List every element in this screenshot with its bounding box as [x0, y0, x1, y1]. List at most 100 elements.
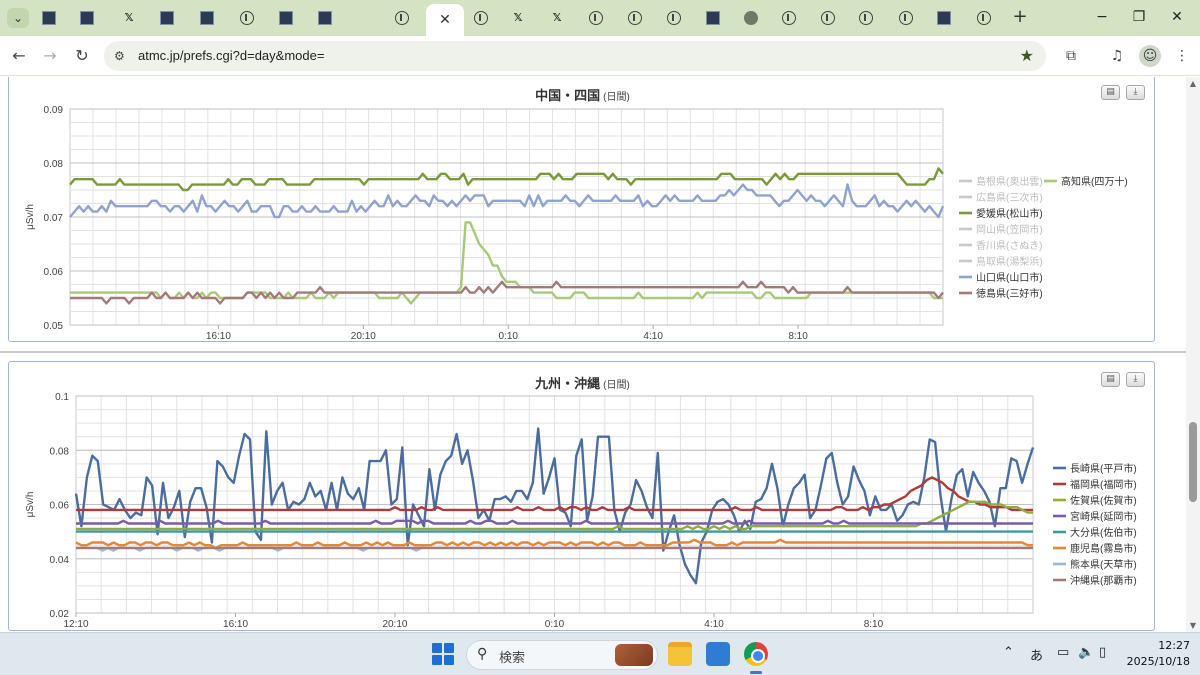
show-hidden-icons-chevron[interactable]: ⌃	[1003, 645, 1014, 660]
browser-tab[interactable]	[694, 5, 732, 31]
browser-tab[interactable]	[68, 5, 106, 31]
legend-label: 熊本県(天草市)	[1070, 558, 1137, 571]
browser-tab[interactable]	[383, 5, 421, 31]
minimize-button[interactable]: −	[1092, 7, 1112, 27]
clock-time[interactable]: 12:27	[1130, 639, 1190, 652]
legend-item[interactable]: 広島県(三次市)	[959, 191, 1043, 204]
browser-tab[interactable]	[30, 5, 68, 31]
close-icon[interactable]: ✕	[439, 12, 451, 28]
menu-icon[interactable]: ⋮	[1171, 45, 1193, 67]
tab-search-button[interactable]: ⌄	[7, 8, 29, 28]
browser-toolbar: ← → ↻ ⚙ atmc.jp/prefs.cgi?d=day&mode= ★ …	[0, 36, 1200, 76]
browser-tab[interactable]: 𝕏	[499, 5, 537, 31]
dark-square-favicon	[937, 11, 951, 25]
x-tick-label: 16:10	[206, 331, 231, 342]
chart-kyushu-okinawa: 0.10.080.060.040.0212:10 16:10 20:10 0:10 4:…	[25, 392, 1137, 630]
browser-tab[interactable]	[267, 5, 305, 31]
reload-icon: ↻	[75, 46, 89, 65]
active-app-indicator	[750, 671, 762, 674]
chrome-icon[interactable]	[744, 642, 768, 666]
browser-tab[interactable]	[306, 5, 344, 31]
browser-tab[interactable]	[770, 5, 808, 31]
legend-item[interactable]: 岡山県(笠岡市)	[959, 223, 1043, 236]
media-control-icon[interactable]: ♫	[1106, 45, 1128, 67]
browser-tab[interactable]	[228, 5, 266, 31]
y-tick-label: 0.06	[50, 501, 70, 512]
start-button[interactable]	[432, 643, 454, 665]
browser-tab[interactable]: 𝕏	[110, 5, 148, 31]
legend-item[interactable]: 山口県(山口市)	[959, 271, 1043, 284]
x-tick-label: 16:10	[223, 619, 248, 630]
volume-icon[interactable]: 🔈	[1078, 645, 1094, 660]
site-info-icon[interactable]: ⚙	[114, 48, 130, 64]
legend-label: 徳島県(三好市)	[976, 287, 1043, 300]
battery-icon[interactable]: ▯	[1099, 645, 1106, 660]
address-bar[interactable]: ⚙ atmc.jp/prefs.cgi?d=day&mode= ★	[104, 41, 1046, 71]
browser-tab[interactable]	[462, 5, 500, 31]
legend-item[interactable]: 福岡県(福岡市)	[1053, 478, 1137, 491]
legend-item[interactable]: 高知県(四万十)	[1044, 175, 1128, 188]
legend-item[interactable]: 島根県(奥出雲)	[959, 175, 1043, 188]
ime-indicator[interactable]: あ	[1030, 645, 1043, 664]
dark-square-favicon	[318, 11, 332, 25]
browser-tab[interactable]: 𝕏	[538, 5, 576, 31]
y-tick-label: 0.09	[44, 105, 64, 116]
taskbar-search[interactable]: ⚲ 検索	[466, 640, 658, 670]
browser-tab[interactable]	[847, 5, 885, 31]
browser-tab[interactable]	[616, 5, 654, 31]
scrollbar-thumb[interactable]	[1189, 422, 1197, 502]
legend-item[interactable]: 香川県(さぬき)	[959, 240, 1042, 252]
browser-tab[interactable]	[809, 5, 847, 31]
legend-label: 香川県(さぬき)	[976, 240, 1042, 252]
profile-avatar[interactable]: ☺	[1139, 45, 1161, 67]
close-window-button[interactable]: ✕	[1167, 7, 1187, 27]
legend-item[interactable]: 長崎県(平戸市)	[1053, 462, 1137, 475]
notepad-icon[interactable]	[706, 642, 730, 666]
extensions-icon[interactable]: ⧉	[1060, 45, 1082, 67]
file-explorer-icon[interactable]	[668, 642, 692, 666]
forward-button[interactable]: →	[38, 44, 62, 68]
x-favicon: 𝕏	[513, 11, 523, 24]
browser-tab[interactable]	[887, 5, 925, 31]
network-icon[interactable]: ▭	[1057, 645, 1069, 660]
x-tick-label: 0:10	[545, 619, 565, 630]
legend-label: 福岡県(福岡市)	[1070, 478, 1137, 491]
clock-date[interactable]: 2025/10/18	[1116, 655, 1190, 668]
legend-item[interactable]: 沖縄県(那覇市)	[1053, 574, 1137, 587]
new-tab-button[interactable]: +	[1009, 6, 1031, 28]
legend-label: 愛媛県(松山市)	[976, 207, 1043, 220]
bookmark-star-icon[interactable]: ★	[1020, 46, 1034, 65]
scroll-up-arrow[interactable]: ▲	[1188, 79, 1198, 88]
browser-tab[interactable]	[655, 5, 693, 31]
legend-item[interactable]: 宮崎県(延岡市)	[1053, 510, 1137, 523]
browser-tab[interactable]	[188, 5, 226, 31]
circle-favicon	[474, 11, 488, 25]
browser-tab[interactable]	[577, 5, 615, 31]
tab-strip: ⌄ 𝕏 ✕ 𝕏 𝕏 + − ❐ ✕	[0, 0, 1200, 36]
legend-item[interactable]: 熊本県(天草市)	[1053, 558, 1137, 571]
back-button[interactable]: ←	[7, 44, 31, 68]
browser-tab[interactable]	[925, 5, 963, 31]
legend-item[interactable]: 徳島県(三好市)	[959, 287, 1043, 300]
url-text[interactable]: atmc.jp/prefs.cgi?d=day&mode=	[138, 48, 324, 63]
legend-item[interactable]: 佐賀県(佐賀市)	[1053, 494, 1137, 507]
x-tick-label: 0:10	[499, 331, 519, 342]
reload-button[interactable]: ↻	[70, 44, 94, 68]
browser-tab[interactable]	[732, 5, 770, 31]
legend-item[interactable]: 愛媛県(松山市)	[959, 207, 1043, 220]
browser-tab[interactable]	[965, 5, 1003, 31]
circle-favicon	[899, 11, 913, 25]
legend-item[interactable]: 大分県(佐伯市)	[1053, 526, 1137, 539]
circle-favicon	[628, 11, 642, 25]
maximize-button[interactable]: ❐	[1129, 7, 1149, 27]
dark-square-favicon	[279, 11, 293, 25]
x-tick-label: 4:10	[704, 619, 724, 630]
y-tick-label: 0.1	[55, 392, 69, 403]
legend-label: 鳥取県(湯梨浜)	[976, 255, 1043, 268]
scroll-down-arrow[interactable]: ▼	[1188, 621, 1198, 630]
tab-active[interactable]: ✕	[426, 4, 464, 36]
browser-tab[interactable]	[148, 5, 186, 31]
legend-item[interactable]: 鹿児島(霧島市)	[1053, 542, 1137, 555]
page-scrollbar[interactable]: ▲ ▼	[1186, 77, 1200, 632]
legend-item[interactable]: 鳥取県(湯梨浜)	[959, 255, 1043, 268]
